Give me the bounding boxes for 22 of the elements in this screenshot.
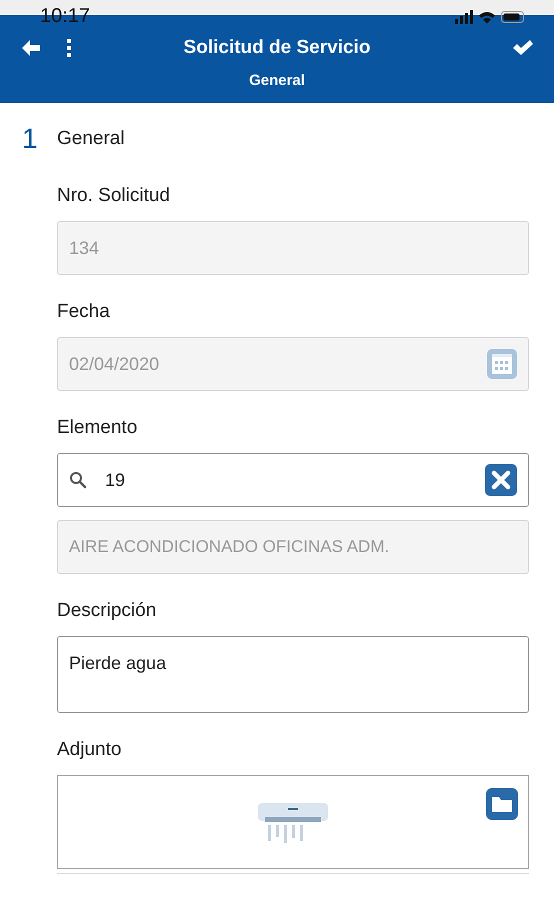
screen-subtitle: General (249, 72, 305, 89)
folder-icon[interactable] (486, 788, 518, 820)
text-area[interactable]: Pierde agua (57, 636, 529, 713)
field-label: Adjunto (57, 739, 122, 761)
search-field[interactable]: 19 (57, 453, 529, 507)
wifi-icon (479, 10, 495, 24)
search-icon (69, 471, 87, 489)
battery-icon (501, 11, 524, 23)
step-number: 1 (22, 123, 39, 155)
clear-icon[interactable] (485, 464, 517, 496)
signal-icon (455, 10, 473, 24)
more-icon[interactable] (66, 38, 72, 58)
field-label: Nro. Solicitud (57, 185, 171, 207)
field-label: Descripción (57, 600, 158, 622)
field-label: Fecha (57, 301, 111, 323)
element-description: AIRE ACONDICIONADO OFICINAS ADM. (57, 520, 529, 574)
attachment-field[interactable] (57, 775, 529, 869)
check-icon[interactable] (512, 39, 534, 57)
back-icon[interactable] (20, 38, 42, 58)
section-title: General (57, 128, 125, 150)
field-label: Elemento (57, 417, 138, 439)
screen-title: Solicitud de Servicio (182, 37, 372, 59)
